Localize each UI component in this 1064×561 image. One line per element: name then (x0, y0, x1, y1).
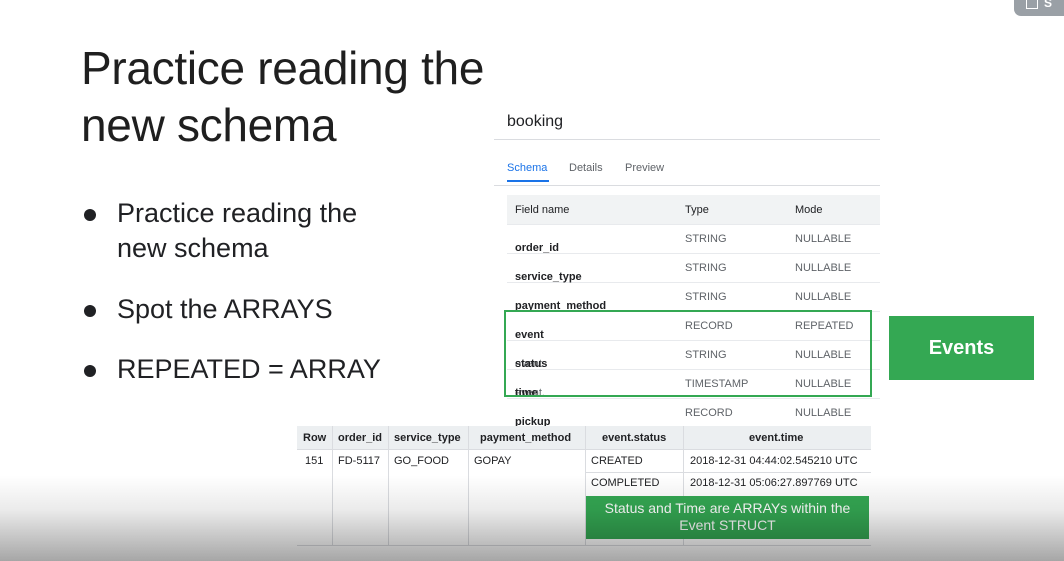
slide-title-line-1: Practice reading the (81, 42, 485, 94)
column-header: event.time (749, 432, 804, 444)
table-cell: 2018-12-31 05:06:27.897769 UTC (690, 477, 858, 489)
bullet-text: REPEATED = ARRAY (117, 354, 381, 384)
table-cell: GO_FOOD (394, 455, 450, 467)
column-divider (388, 426, 389, 546)
tab-schema[interactable]: Schema (507, 162, 549, 182)
schema-header-row: Field name Type Mode (507, 195, 880, 225)
column-header: event.status (602, 432, 667, 444)
result-header-row: Row order_id service_type payment_method… (297, 426, 871, 449)
row-divider (297, 545, 871, 546)
column-header: order_id (338, 432, 383, 444)
caption-line-2: Event STRUCT (679, 517, 776, 533)
row-divider (297, 449, 871, 450)
column-divider (468, 426, 469, 546)
event-highlight-box (504, 310, 872, 397)
tab-preview[interactable]: Preview (625, 162, 664, 174)
field-type: STRING (685, 291, 727, 303)
slide-title: Practice reading the new schema (81, 40, 484, 154)
field-mode: NULLABLE (795, 262, 852, 274)
field-type: STRING (685, 233, 727, 245)
table-cell: GOPAY (474, 455, 512, 467)
field-type: RECORD (685, 407, 733, 419)
row-divider (585, 472, 871, 473)
schema-row: service_type STRING NULLABLE (507, 253, 880, 283)
caption-callout: Status and Time are ARRAYs within the Ev… (586, 496, 869, 539)
slide-title-line-2: new schema (81, 99, 337, 151)
table-cell: CREATED (591, 455, 643, 467)
column-header: payment_method (480, 432, 572, 444)
table-cell: 2018-12-31 04:44:02.545210 UTC (690, 455, 858, 467)
events-callout: Events (889, 316, 1034, 380)
table-cell: COMPLETED (591, 477, 660, 489)
table-cell: FD-5117 (338, 455, 380, 467)
divider (494, 139, 880, 140)
column-divider (332, 426, 333, 546)
divider (494, 185, 880, 186)
caption-line-1: Status and Time are ARRAYs within the (604, 500, 851, 516)
column-header-mode: Mode (795, 204, 823, 216)
bullet-dot-icon (84, 209, 96, 221)
schema-row: pickup RECORD NULLABLE (515, 407, 852, 428)
active-tab-indicator (507, 180, 549, 182)
share-label: S (1044, 0, 1053, 10)
table-cell: 151 (305, 455, 324, 467)
column-header: service_type (394, 432, 461, 444)
field-type: STRING (685, 262, 727, 274)
share-indicator[interactable]: S (1014, 0, 1064, 16)
column-header-type: Type (685, 204, 709, 216)
bullet-text: Spot the ARRAYS (117, 294, 333, 324)
column-header: Row (303, 432, 327, 444)
column-header-field: Field name (515, 204, 570, 216)
field-mode: NULLABLE (795, 233, 852, 245)
schema-row: order_id STRING NULLABLE (507, 224, 880, 254)
field-mode: NULLABLE (795, 291, 852, 303)
bullet-dot-icon (84, 305, 96, 317)
table-name: booking (507, 113, 564, 130)
schema-row: payment_method STRING NULLABLE (507, 282, 880, 312)
share-icon[interactable] (1026, 0, 1038, 9)
tab-details[interactable]: Details (569, 162, 603, 174)
bullet-dot-icon (84, 365, 96, 377)
field-mode: NULLABLE (795, 407, 852, 419)
bullet-text: Practice reading the new schema (117, 198, 358, 263)
